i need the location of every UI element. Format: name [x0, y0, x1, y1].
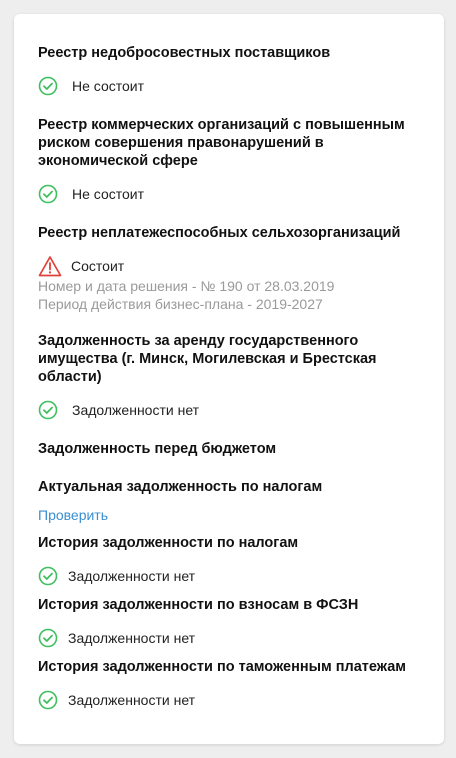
check-circle-icon	[38, 76, 58, 96]
title-line: Реестр коммерческих организаций с повыше…	[38, 117, 405, 133]
status-text: Задолженности нет	[68, 568, 196, 584]
status-row-tax-history: Задолженности нет	[38, 565, 195, 587]
registry-card: Реестр недобросовестных поставщиков Не с…	[14, 14, 444, 744]
customs-debt-history-title: История задолженности по таможенным плат…	[38, 659, 407, 675]
status-row-insolvent-agro: Состоит	[38, 255, 124, 277]
section-title-high-risk-registry: Реестр коммерческих организаций с повыше…	[38, 116, 418, 170]
status-text: Задолженности нет	[72, 402, 200, 418]
check-circle-icon	[38, 400, 58, 420]
check-circle-icon	[38, 566, 58, 586]
decision-number-date: Номер и дата решения - № 190 от 28.03.20…	[38, 278, 335, 294]
status-row-rent-debt: Задолженности нет	[38, 399, 199, 421]
check-tax-debt-link[interactable]: Проверить	[38, 507, 108, 523]
title-line: области)	[38, 369, 102, 385]
business-plan-period: Период действия бизнес-плана - 2019-2027	[38, 296, 323, 312]
fszn-debt-history-title: История задолженности по взносам в ФСЗН	[38, 597, 359, 613]
title-line: экономической сфере	[38, 153, 198, 169]
section-title-insolvent-agro: Реестр неплатежеспособных сельхозорганиз…	[38, 225, 401, 241]
check-circle-icon	[38, 628, 58, 648]
section-title-budget-debt: Задолженность перед бюджетом	[38, 441, 277, 457]
status-row-fszn-history: Задолженности нет	[38, 627, 195, 649]
status-text: Задолженности нет	[68, 692, 196, 708]
tax-debt-history-title: История задолженности по налогам	[38, 535, 299, 551]
status-row-customs-history: Задолженности нет	[38, 689, 195, 711]
status-row-unfair-suppliers: Не состоит	[38, 75, 144, 97]
check-circle-icon	[38, 184, 58, 204]
status-text: Задолженности нет	[68, 630, 196, 646]
title-line: риском совершения правонарушений в	[38, 135, 324, 151]
status-text: Состоит	[71, 258, 125, 274]
actual-tax-debt-title: Актуальная задолженность по налогам	[38, 479, 323, 495]
status-row-high-risk: Не состоит	[38, 183, 144, 205]
check-circle-icon	[38, 690, 58, 710]
section-title-rent-debt: Задолженность за аренду государственного…	[38, 332, 418, 386]
status-text: Не состоит	[72, 186, 145, 202]
title-line: Задолженность за аренду государственного	[38, 333, 359, 349]
warning-triangle-icon	[38, 255, 62, 277]
title-line: имущества (г. Минск, Могилевская и Брест…	[38, 351, 377, 367]
section-title-unfair-suppliers: Реестр недобросовестных поставщиков	[38, 45, 331, 61]
status-text: Не состоит	[72, 78, 145, 94]
